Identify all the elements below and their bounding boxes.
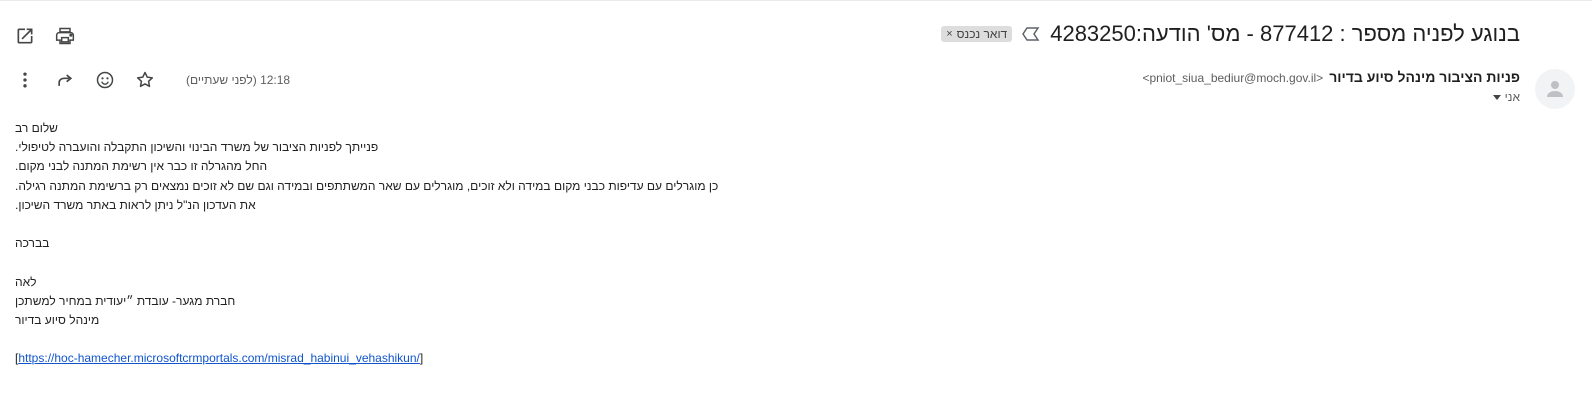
- body-line: [15, 215, 1215, 234]
- sender-email: <pniot_siua_bediur@moch.gov.il>: [1142, 71, 1324, 85]
- open-in-new-window-icon[interactable]: [14, 25, 36, 47]
- body-line: [15, 330, 1215, 349]
- person-icon: [1547, 81, 1563, 97]
- body-line: החל מהגרלה זו כבר אין רשימת המתנה לבני מ…: [15, 159, 268, 174]
- important-marker-icon[interactable]: [1022, 27, 1040, 41]
- link-bracket-close: ]: [419, 351, 424, 366]
- subject-row: בנוגע לפניה מספר : 877412 - מס' הודעה:42…: [941, 21, 1520, 47]
- chevron-down-icon: [1492, 94, 1501, 100]
- more-options-icon[interactable]: [14, 69, 36, 91]
- sender-name[interactable]: פניות הציבור מינהל סיוע בדיור: [1329, 69, 1520, 85]
- emoji-reaction-icon[interactable]: [94, 69, 116, 91]
- body-line: בברכה: [15, 236, 50, 251]
- body-line: [15, 253, 1215, 272]
- print-icon[interactable]: [54, 25, 76, 47]
- body-link-line: [https://hoc-hamecher.microsoftcrmportal…: [15, 349, 1215, 368]
- recipient-label: אני: [1504, 90, 1520, 104]
- recipient-details-toggle[interactable]: אני: [1142, 90, 1520, 104]
- message-body: שלום רב פנייתך לפניות הציבור של משרד הבי…: [15, 119, 1215, 368]
- message-actions: 12:18 (לפני שעתיים): [14, 69, 290, 91]
- email-subject: בנוגע לפניה מספר : 877412 - מס' הודעה:42…: [1050, 21, 1520, 46]
- body-line: כן מוגרלים עם עדיפות כבני מקום במידה ולא…: [15, 178, 719, 193]
- message-timestamp: 12:18 (לפני שעתיים): [186, 73, 291, 87]
- body-line: את העדכון הנ"ל ניתן לראות באתר משרד השיכ…: [15, 197, 256, 212]
- body-line: מינהל סיוע בדיור: [15, 312, 100, 327]
- sender-avatar: [1535, 69, 1575, 109]
- body-line: חברת מגער- עובדת ״יעודית במחיר למשתכן: [15, 293, 236, 308]
- body-line: לאה: [15, 274, 37, 289]
- inbox-label-chip[interactable]: דואר נכנס ×: [941, 26, 1013, 42]
- inbox-label-text: דואר נכנס: [956, 27, 1008, 41]
- sender-info: פניות הציבור מינהל סיוע בדיור <pniot_siu…: [1142, 69, 1520, 104]
- star-icon[interactable]: [134, 69, 156, 91]
- top-toolbar: [14, 25, 76, 47]
- email-view: בנוגע לפניה מספר : 877412 - מס' הודעה:42…: [0, 0, 1592, 409]
- housing-portal-link[interactable]: https://hoc-hamecher.microsoftcrmportals…: [18, 351, 420, 365]
- remove-label-icon[interactable]: ×: [946, 28, 952, 40]
- body-line: שלום רב: [15, 121, 58, 135]
- body-line: פנייתך לפניות הציבור של משרד הבינוי והשי…: [15, 140, 379, 155]
- forward-icon[interactable]: [54, 69, 76, 91]
